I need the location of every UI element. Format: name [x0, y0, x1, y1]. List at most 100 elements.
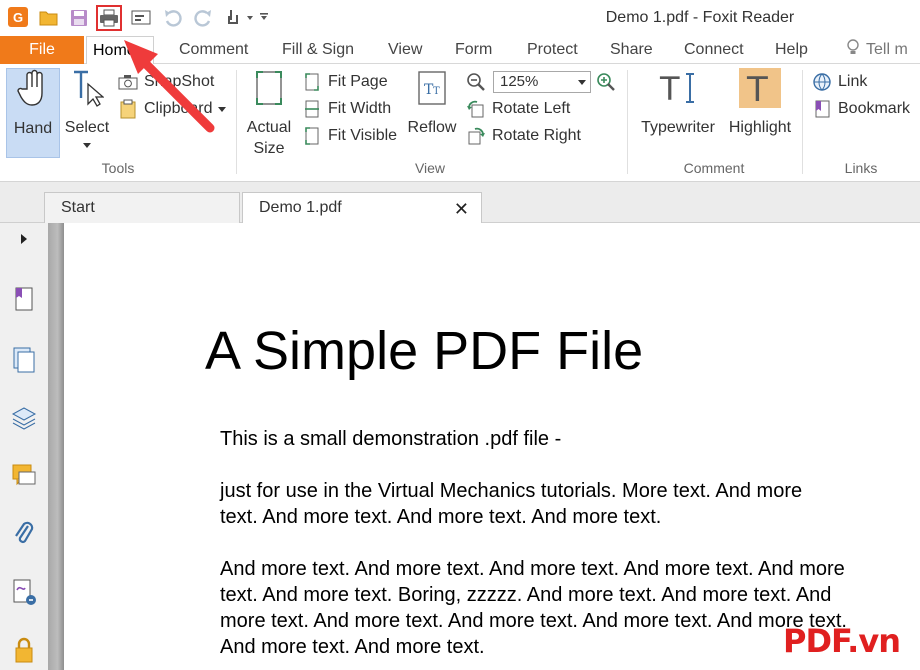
save-icon[interactable]	[68, 7, 90, 29]
tab-fill-sign[interactable]: Fill & Sign	[282, 36, 354, 64]
rotate-right-label: Rotate Right	[492, 127, 581, 144]
rotate-left-button[interactable]: Rotate Left	[466, 97, 570, 121]
zoom-level-select[interactable]: 125%	[493, 71, 591, 93]
layers-icon[interactable]	[10, 403, 38, 433]
undo-icon[interactable]	[162, 7, 184, 29]
document-paragraph-2-line-2: text. And more text. And more text. And …	[220, 506, 662, 528]
zoom-level-value: 125%	[500, 73, 539, 90]
link-button[interactable]: Link	[812, 70, 867, 94]
document-tab-bar: Start Demo 1.pdf ✕	[0, 182, 920, 223]
clipboard-label: Clipboard	[144, 100, 213, 117]
document-title: A Simple PDF File	[205, 321, 644, 381]
tab-share[interactable]: Share	[610, 36, 653, 64]
attachment-icon[interactable]	[10, 519, 38, 549]
zoom-out-icon	[466, 72, 486, 92]
zoom-in-icon	[596, 72, 616, 92]
lock-icon[interactable]	[10, 635, 38, 665]
touch-icon[interactable]	[224, 7, 272, 29]
fit-page-label: Fit Page	[328, 73, 388, 90]
screen-icon[interactable]	[130, 7, 152, 29]
typewriter-button[interactable]: T Typewriter	[638, 68, 718, 138]
doc-tab-start[interactable]: Start	[44, 192, 240, 223]
fit-visible-label: Fit Visible	[328, 127, 398, 144]
watermark-logo: PDF.vn	[783, 622, 901, 660]
clipboard-icon	[118, 99, 138, 119]
doc-tab-start-label: Start	[61, 199, 95, 216]
fit-width-button[interactable]: Fit Width	[302, 97, 391, 121]
link-label: Link	[838, 73, 868, 90]
print-icon[interactable]	[96, 5, 122, 31]
hand-label: Hand	[13, 120, 53, 137]
tab-view[interactable]: View	[388, 36, 422, 64]
actual-size-icon	[252, 68, 286, 113]
expand-sidebar-icon[interactable]	[10, 227, 38, 251]
camera-icon	[118, 72, 138, 92]
group-label-tools: Tools	[101, 160, 135, 176]
svg-text:T: T	[433, 86, 440, 97]
page-gutter	[48, 223, 64, 670]
actual-size-label: Actual Size	[246, 119, 292, 157]
rotate-right-icon	[466, 126, 486, 146]
reflow-button[interactable]: TT Reflow	[404, 68, 460, 138]
signature-icon[interactable]	[10, 577, 38, 607]
navigation-sidebar	[0, 223, 48, 670]
zoom-out-button[interactable]	[466, 70, 492, 94]
tell-me-label: Tell m	[866, 41, 908, 58]
chevron-down-icon	[218, 100, 227, 118]
tab-protect[interactable]: Protect	[527, 36, 578, 64]
fit-page-icon	[302, 72, 322, 92]
redo-icon[interactable]	[192, 7, 214, 29]
snapshot-label: SnapShot	[144, 73, 215, 90]
fit-visible-button[interactable]: Fit Visible	[302, 124, 397, 148]
select-tool-button[interactable]: Select	[62, 68, 112, 154]
group-label-comment: Comment	[683, 160, 745, 176]
zoom-in-button[interactable]	[596, 70, 622, 94]
tab-comment[interactable]: Comment	[179, 36, 248, 64]
document-paragraph-3-line-1: And more text. And more text. And more t…	[220, 558, 845, 580]
clipboard-button[interactable]: Clipboard	[118, 97, 227, 121]
comments-icon[interactable]	[10, 461, 38, 491]
document-paragraph-2-line-1: just for use in the Virtual Mechanics tu…	[220, 480, 803, 502]
actual-size-button[interactable]: Actual Size	[244, 68, 294, 159]
tell-me-search[interactable]: Tell m	[846, 36, 908, 64]
document-paragraph-3-line-4: And more text. And more text.	[220, 636, 485, 658]
fit-page-button[interactable]: Fit Page	[302, 70, 388, 94]
bookmark-button[interactable]: Bookmark	[812, 97, 910, 121]
snapshot-button[interactable]: SnapShot	[118, 70, 214, 94]
ribbon-home: Hand Select SnapShot Clipboard Tools Act…	[0, 64, 920, 182]
fit-width-label: Fit Width	[328, 100, 392, 117]
group-divider	[236, 70, 237, 174]
tab-file[interactable]: File	[0, 36, 84, 64]
highlight-icon: T	[739, 68, 781, 113]
pages-icon[interactable]	[10, 345, 38, 375]
tab-connect[interactable]: Connect	[684, 36, 744, 64]
chevron-down-icon	[578, 80, 586, 85]
rotate-left-icon	[466, 99, 486, 119]
lightbulb-icon	[846, 38, 860, 62]
doc-tab-demo[interactable]: Demo 1.pdf ✕	[242, 192, 482, 223]
fit-visible-icon	[302, 126, 322, 146]
fit-width-icon	[302, 99, 322, 119]
document-paragraph-1: This is a small demonstration .pdf file …	[220, 428, 562, 450]
rotate-right-button[interactable]: Rotate Right	[466, 124, 581, 148]
page-thumbnail-icon[interactable]	[10, 285, 38, 315]
hand-tool-button[interactable]: Hand	[6, 68, 60, 158]
open-folder-icon[interactable]	[38, 7, 60, 29]
highlight-button[interactable]: T Highlight	[724, 68, 796, 138]
window-title: Demo 1.pdf - Foxit Reader	[605, 9, 795, 26]
reflow-icon: TT	[415, 68, 449, 113]
tab-form[interactable]: Form	[455, 36, 492, 64]
highlight-label: Highlight	[728, 119, 792, 136]
reflow-label: Reflow	[407, 119, 457, 136]
hand-icon	[17, 69, 49, 114]
app-logo-icon[interactable]: G	[8, 7, 28, 27]
rotate-left-label: Rotate Left	[492, 100, 571, 117]
ribbon-tab-row: File Home Comment Fill & Sign View Form …	[0, 36, 920, 65]
tab-home[interactable]: Home	[86, 36, 154, 65]
group-label-view: View	[414, 160, 446, 176]
tab-help[interactable]: Help	[775, 36, 808, 64]
close-icon[interactable]: ✕	[454, 199, 469, 220]
globe-link-icon	[812, 72, 832, 92]
group-divider	[802, 70, 803, 174]
title-bar: G Demo 1.pdf - Foxit Reader	[0, 0, 920, 36]
